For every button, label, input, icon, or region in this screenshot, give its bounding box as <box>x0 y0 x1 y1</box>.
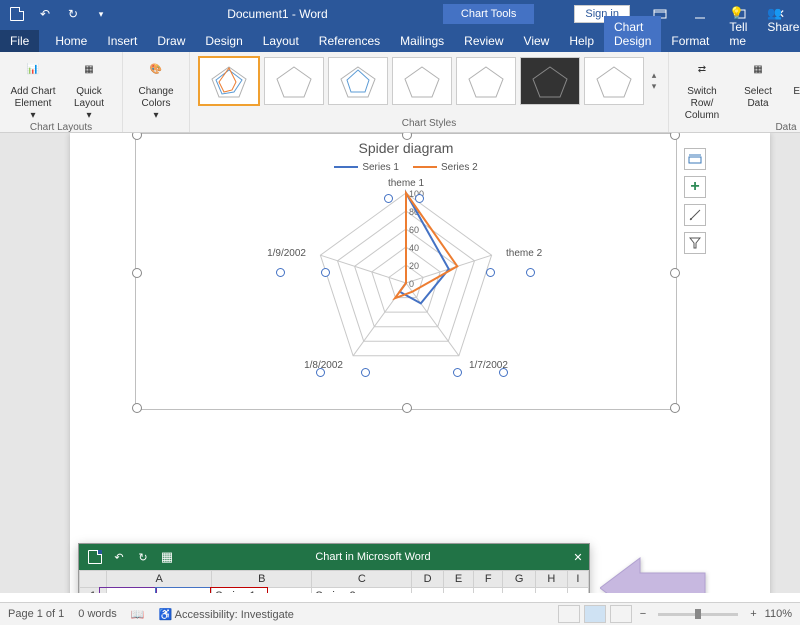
change-colors-button[interactable]: 🎨Change Colors ▾ <box>131 56 181 122</box>
switch-icon: ⇄ <box>686 56 718 84</box>
chart-data-sheet[interactable]: ↶ ↻ ▦ Chart in Microsoft Word ✕ A B C D … <box>78 543 590 593</box>
svg-text:20: 20 <box>409 261 419 271</box>
title-bar: ↶ ↻ ▾ Document1 - Word Chart Tools Sign … <box>0 0 800 28</box>
chart-legend[interactable]: Series 1 Series 2 <box>136 162 676 173</box>
legend-series-2: Series 2 <box>441 162 478 173</box>
document-title: Document1 - Word <box>112 7 443 21</box>
page[interactable]: Spider diagram Series 1 Series 2 <box>70 133 770 593</box>
chart-filters-button[interactable] <box>684 204 706 226</box>
tab-home[interactable]: Home <box>45 30 97 52</box>
col-b[interactable]: B <box>212 571 312 588</box>
minimize-icon[interactable] <box>680 0 720 28</box>
tab-draw[interactable]: Draw <box>147 30 195 52</box>
tab-mailings[interactable]: Mailings <box>390 30 454 52</box>
chart-style-4[interactable] <box>392 57 452 105</box>
status-page[interactable]: Page 1 of 1 <box>8 608 64 620</box>
cat-theme2[interactable]: theme 2 <box>506 248 543 259</box>
sheet-close-icon[interactable]: ✕ <box>567 546 589 568</box>
undo-icon[interactable]: ↶ <box>34 3 56 25</box>
col-f[interactable]: F <box>474 571 503 588</box>
col-d[interactable]: D <box>412 571 444 588</box>
tell-me-label: Tell me <box>729 20 747 48</box>
sheet-redo-icon[interactable]: ↻ <box>131 546 155 568</box>
select-data-icon: ▦ <box>742 56 774 84</box>
sheet-title-label: Chart in Microsoft Word <box>179 551 567 563</box>
data-table[interactable]: A B C D E F G H I 1Series 1Series 2 2the… <box>79 570 589 593</box>
chart-title[interactable]: Spider diagram <box>136 140 676 156</box>
chart-style-5[interactable] <box>456 57 516 105</box>
svg-text:40: 40 <box>409 243 419 253</box>
group-data: Data <box>775 122 796 133</box>
col-h[interactable]: H <box>536 571 568 588</box>
group-chart-layouts: Chart Layouts <box>30 122 92 133</box>
sheet-excel-icon[interactable]: ▦ <box>155 546 179 568</box>
tab-review[interactable]: Review <box>454 30 513 52</box>
chart-elements-button[interactable] <box>684 148 706 170</box>
zoom-slider[interactable] <box>658 613 738 616</box>
radar-chart[interactable]: 100 80 60 40 20 0 theme 1 theme 2 1/7/20… <box>146 173 666 383</box>
col-e[interactable]: E <box>443 571 473 588</box>
edit-data-button[interactable]: ✎▦Edit Data ▾ <box>789 56 800 110</box>
palette-icon: 🎨 <box>140 56 172 84</box>
select-data-button[interactable]: ▦Select Data <box>733 56 783 110</box>
col-g[interactable]: G <box>503 571 536 588</box>
add-chart-element-button[interactable]: 📊Add Chart Element ▾ <box>8 56 58 122</box>
sheet-undo-icon[interactable]: ↶ <box>107 546 131 568</box>
sheet-save-icon[interactable] <box>83 546 107 568</box>
zoom-in-icon[interactable]: + <box>746 608 760 620</box>
view-read-mode[interactable] <box>558 605 580 623</box>
tab-design[interactable]: Design <box>195 30 252 52</box>
chart-style-1[interactable] <box>198 56 260 106</box>
view-web-layout[interactable] <box>610 605 632 623</box>
zoom-out-icon[interactable]: − <box>636 608 650 620</box>
qat-more-icon[interactable]: ▾ <box>90 3 112 25</box>
quick-layout-button[interactable]: ▦Quick Layout ▾ <box>64 56 114 122</box>
col-c[interactable]: C <box>312 571 412 588</box>
cat-theme1[interactable]: theme 1 <box>388 178 425 189</box>
view-print-layout[interactable] <box>584 605 606 623</box>
switch-row-column-button[interactable]: ⇄Switch Row/ Column <box>677 56 727 122</box>
chart-style-6[interactable] <box>520 57 580 105</box>
chart-styles-gallery[interactable]: ▴▾ <box>198 56 660 106</box>
status-accessibility[interactable]: ♿ Accessibility: Investigate <box>159 608 294 621</box>
document-area: Spider diagram Series 1 Series 2 <box>0 133 800 593</box>
chart-styles-button[interactable]: + <box>684 176 706 198</box>
tab-insert[interactable]: Insert <box>97 30 147 52</box>
status-bar: Page 1 of 1 0 words 📖 ♿ Accessibility: I… <box>0 602 800 625</box>
group-chart-styles: Chart Styles <box>402 118 456 132</box>
svg-text:0: 0 <box>409 279 414 289</box>
tab-help[interactable]: Help <box>559 30 604 52</box>
ribbon-tabs: File Home Insert Draw Design Layout Refe… <box>0 28 800 52</box>
styles-more-icon[interactable]: ▴▾ <box>648 70 660 92</box>
tab-layout[interactable]: Layout <box>253 30 309 52</box>
cat-5[interactable]: 1/9/2002 <box>267 248 306 259</box>
tab-view[interactable]: View <box>514 30 560 52</box>
chart-style-3[interactable] <box>328 57 388 105</box>
quick-layout-icon: ▦ <box>73 56 105 84</box>
redo-icon[interactable]: ↻ <box>62 3 84 25</box>
col-a[interactable]: A <box>107 571 212 588</box>
tab-format[interactable]: Format <box>661 30 719 52</box>
share-label: Share <box>767 20 799 34</box>
col-i[interactable]: I <box>567 571 588 588</box>
add-element-icon: 📊 <box>17 56 49 84</box>
chart-object[interactable]: Spider diagram Series 1 Series 2 <box>135 133 677 410</box>
ribbon: 📊Add Chart Element ▾ ▦Quick Layout ▾ Cha… <box>0 52 800 133</box>
chart-style-7[interactable] <box>584 57 644 105</box>
status-spellcheck-icon[interactable]: 📖 <box>131 608 145 621</box>
zoom-level[interactable]: 110% <box>765 608 792 620</box>
chart-style-2[interactable] <box>264 57 324 105</box>
status-words[interactable]: 0 words <box>78 608 117 620</box>
chart-tools-label: Chart Tools <box>443 4 534 24</box>
chart-funnel-button[interactable] <box>684 232 706 254</box>
svg-text:60: 60 <box>409 225 419 235</box>
share-button[interactable]: 👥 Share <box>757 2 800 52</box>
tell-me-button[interactable]: 💡 Tell me <box>719 2 757 52</box>
legend-series-1: Series 1 <box>362 162 399 173</box>
save-icon[interactable] <box>6 3 28 25</box>
annotation-arrow-icon <box>600 553 710 593</box>
tab-chart-design[interactable]: Chart Design <box>604 16 661 52</box>
tab-file[interactable]: File <box>0 30 39 52</box>
tab-references[interactable]: References <box>309 30 390 52</box>
